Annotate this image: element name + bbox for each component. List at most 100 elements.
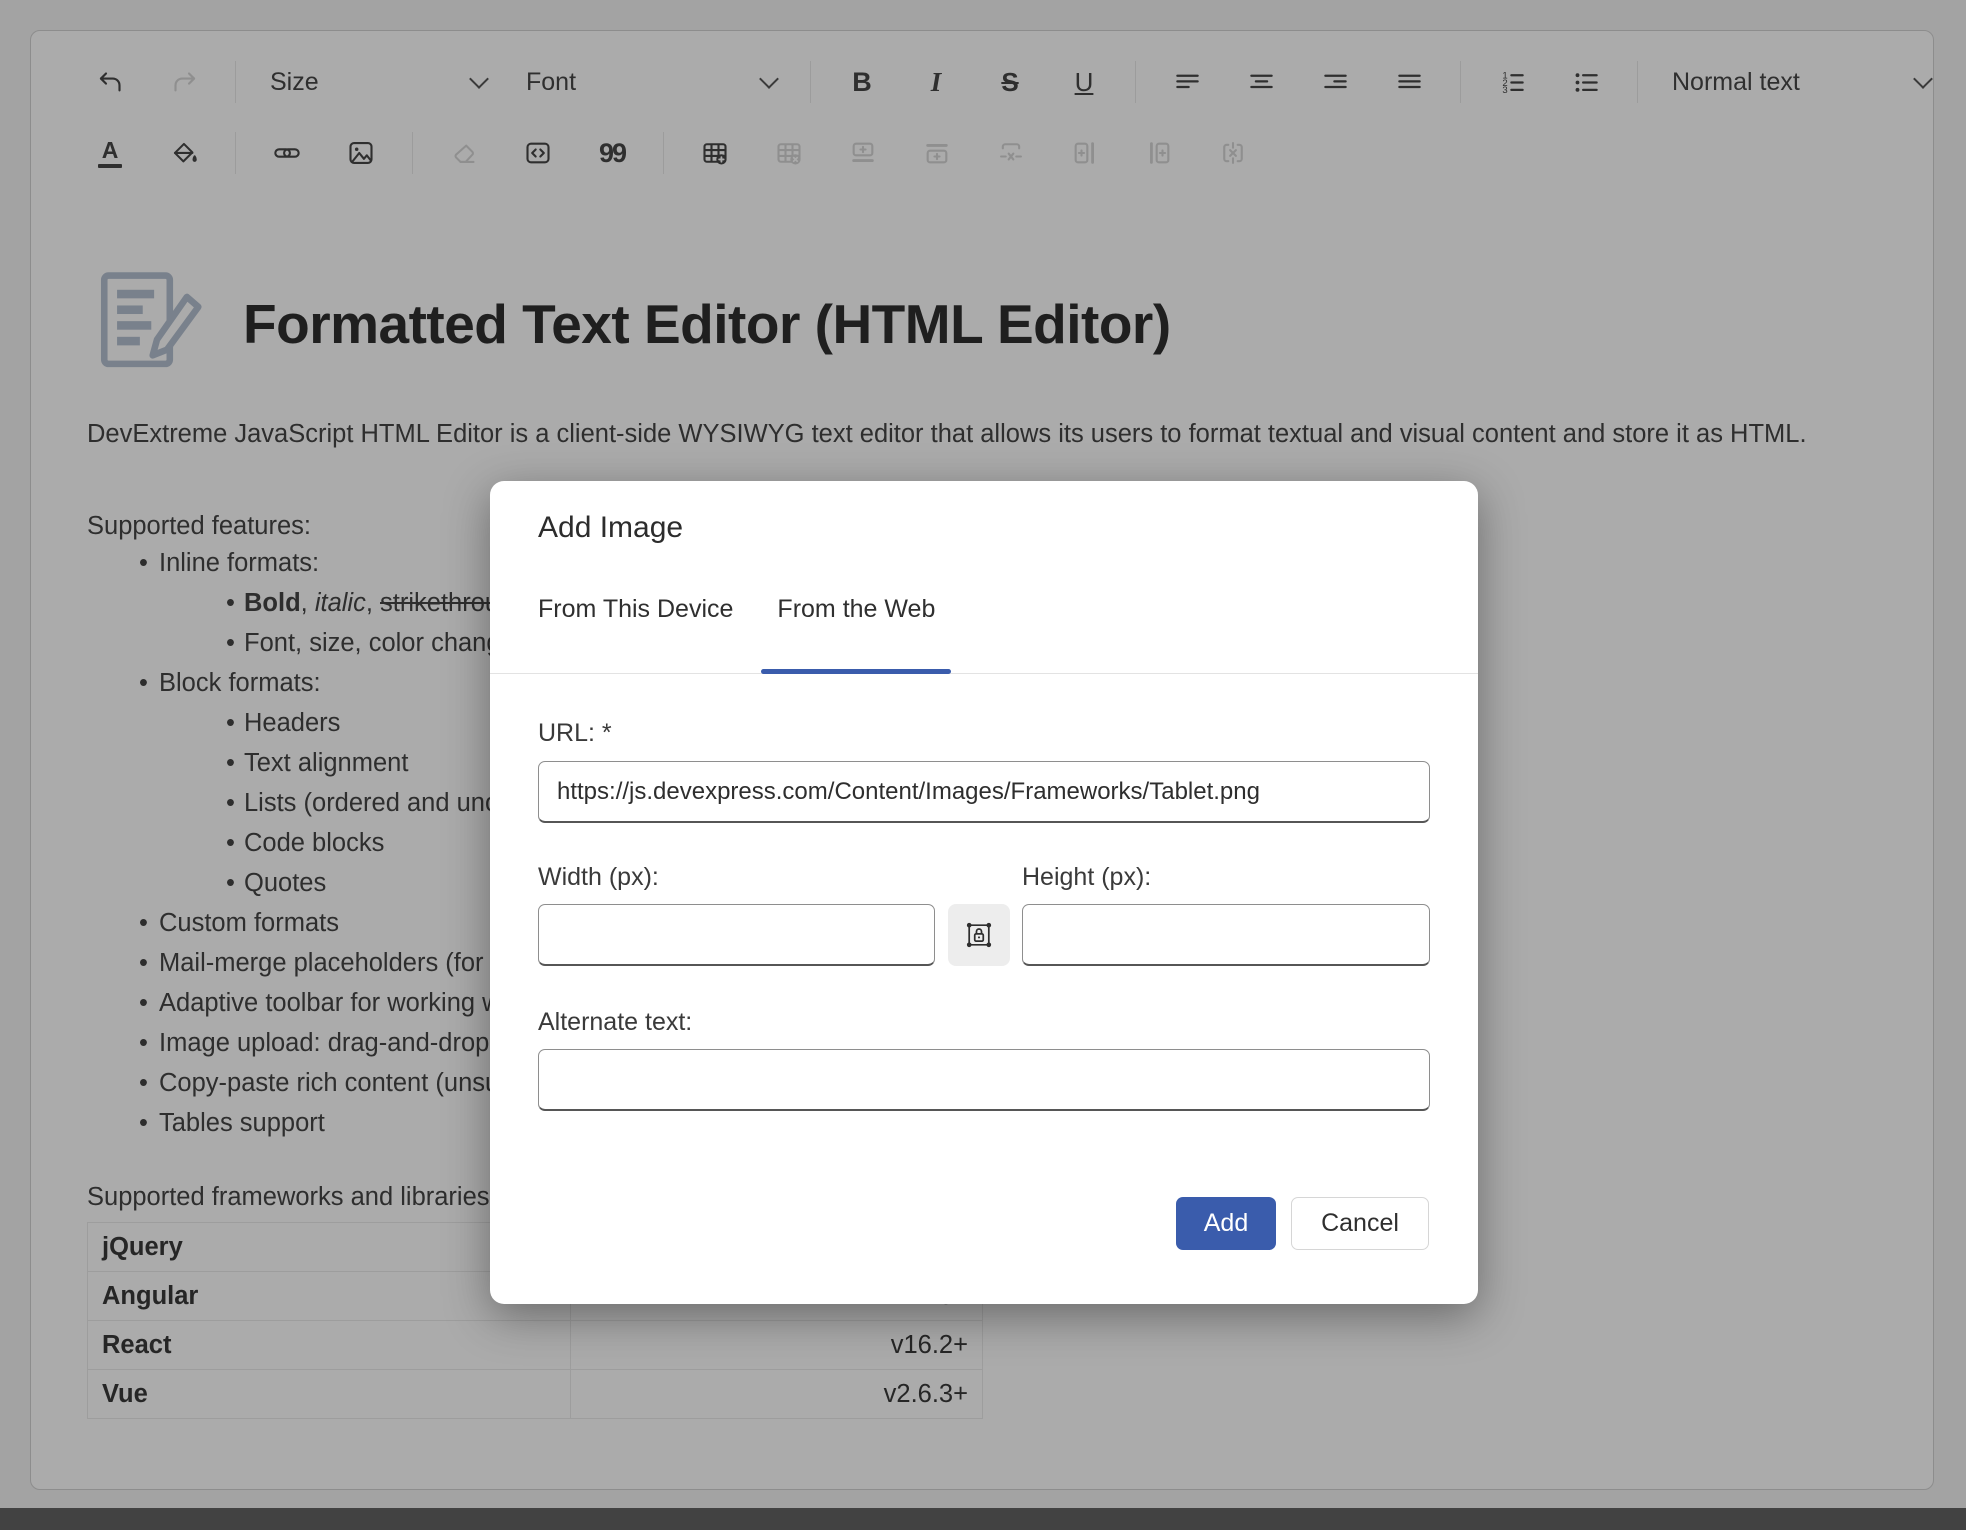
lock-aspect-ratio-button[interactable] bbox=[948, 904, 1010, 966]
size-dropdown[interactable]: Size bbox=[264, 59, 492, 105]
delete-table-icon bbox=[775, 139, 803, 167]
align-right-button[interactable] bbox=[1312, 59, 1358, 105]
insert-table-button[interactable] bbox=[692, 130, 738, 176]
insert-row-below-icon bbox=[923, 139, 951, 167]
alternate-text-label: Alternate text: bbox=[538, 1008, 692, 1037]
bold-icon: B bbox=[852, 67, 872, 98]
tab-from-this-device[interactable]: From This Device bbox=[538, 585, 733, 673]
ordered-list-button[interactable]: 123 bbox=[1489, 59, 1535, 105]
toolbar-row-1: Size Font B I S U bbox=[31, 47, 1933, 117]
eraser-icon bbox=[451, 140, 478, 167]
framework-name: Vue bbox=[88, 1370, 571, 1419]
delete-column-icon bbox=[1219, 139, 1247, 167]
framework-row: Vuev2.6.3+ bbox=[88, 1370, 983, 1419]
bold-button[interactable]: B bbox=[839, 59, 885, 105]
strikethrough-icon: S bbox=[1001, 67, 1018, 98]
bullet-list-button[interactable] bbox=[1563, 59, 1609, 105]
toolbar-separator bbox=[412, 132, 413, 174]
alternate-text-input[interactable] bbox=[538, 1049, 1430, 1111]
align-center-button[interactable] bbox=[1238, 59, 1284, 105]
strikethrough-button[interactable]: S bbox=[987, 59, 1033, 105]
italic-icon: I bbox=[931, 67, 942, 98]
url-input[interactable] bbox=[538, 761, 1430, 823]
url-label: URL: * bbox=[538, 719, 612, 748]
redo-icon bbox=[171, 69, 198, 96]
clear-formatting-button[interactable] bbox=[441, 130, 487, 176]
cancel-button[interactable]: Cancel bbox=[1291, 1197, 1429, 1250]
link-button[interactable] bbox=[264, 130, 310, 176]
bullet-list-icon bbox=[1573, 69, 1600, 96]
document-edit-icon bbox=[87, 267, 207, 381]
toolbar-separator bbox=[1135, 61, 1136, 103]
dialog-tabs: From This Device From the Web bbox=[490, 585, 1478, 674]
blockquote-button[interactable]: 99 bbox=[589, 130, 635, 176]
align-left-icon bbox=[1174, 69, 1201, 96]
format-dropdown-label: Normal text bbox=[1672, 68, 1800, 97]
quote-icon: 99 bbox=[599, 138, 625, 169]
align-justify-icon bbox=[1396, 69, 1423, 96]
active-tab-underline bbox=[761, 669, 951, 674]
insert-row-above-button[interactable] bbox=[840, 130, 886, 176]
toolbar-separator bbox=[235, 132, 236, 174]
tab-label: From This Device bbox=[538, 595, 733, 624]
height-label: Height (px): bbox=[1022, 863, 1151, 892]
size-dropdown-label: Size bbox=[270, 68, 319, 97]
tab-label: From the Web bbox=[777, 595, 935, 624]
underline-button[interactable]: U bbox=[1061, 59, 1107, 105]
image-icon bbox=[347, 139, 375, 167]
font-color-icon: A bbox=[98, 139, 122, 168]
toolbar-separator bbox=[663, 132, 664, 174]
font-color-button[interactable]: A bbox=[87, 130, 133, 176]
page: Size Font B I S U bbox=[0, 0, 1966, 1530]
font-dropdown[interactable]: Font bbox=[520, 59, 782, 105]
insert-row-below-button[interactable] bbox=[914, 130, 960, 176]
add-image-dialog: Add Image From This Device From the Web U… bbox=[490, 481, 1478, 1304]
delete-row-icon bbox=[997, 139, 1025, 167]
chevron-down-icon bbox=[1913, 69, 1933, 89]
delete-column-button[interactable] bbox=[1210, 130, 1256, 176]
delete-table-button[interactable] bbox=[766, 130, 812, 176]
delete-row-button[interactable] bbox=[988, 130, 1034, 176]
lock-aspect-ratio-icon bbox=[964, 920, 994, 950]
framework-name: React bbox=[88, 1321, 571, 1370]
svg-text:3: 3 bbox=[1502, 85, 1507, 96]
link-icon bbox=[273, 139, 301, 167]
italic-button[interactable]: I bbox=[913, 59, 959, 105]
align-right-icon bbox=[1322, 69, 1349, 96]
underline-icon: U bbox=[1075, 67, 1094, 98]
align-left-button[interactable] bbox=[1164, 59, 1210, 105]
font-dropdown-label: Font bbox=[526, 68, 576, 97]
chevron-down-icon bbox=[759, 69, 779, 89]
format-dropdown[interactable]: Normal text bbox=[1666, 59, 1934, 105]
image-button[interactable] bbox=[338, 130, 384, 176]
ordered-list-icon: 123 bbox=[1499, 69, 1526, 96]
toolbar-separator bbox=[235, 61, 236, 103]
insert-column-right-icon bbox=[1145, 139, 1173, 167]
insert-column-left-icon bbox=[1071, 139, 1099, 167]
redo-button[interactable] bbox=[161, 59, 207, 105]
undo-icon bbox=[97, 69, 124, 96]
toolbar-separator bbox=[1637, 61, 1638, 103]
insert-row-above-icon bbox=[849, 139, 877, 167]
insert-column-right-button[interactable] bbox=[1136, 130, 1182, 176]
tab-from-the-web[interactable]: From the Web bbox=[777, 585, 935, 673]
chevron-down-icon bbox=[469, 69, 489, 89]
bottom-strip bbox=[0, 1508, 1966, 1530]
add-button[interactable]: Add bbox=[1176, 1197, 1276, 1250]
insert-column-left-button[interactable] bbox=[1062, 130, 1108, 176]
background-color-button[interactable] bbox=[161, 130, 207, 176]
framework-row: Reactv16.2+ bbox=[88, 1321, 983, 1370]
toolbar-row-2: A 99 bbox=[31, 117, 1933, 189]
framework-version: v16.2+ bbox=[571, 1321, 983, 1370]
code-block-button[interactable] bbox=[515, 130, 561, 176]
align-justify-button[interactable] bbox=[1386, 59, 1432, 105]
width-input[interactable] bbox=[538, 904, 935, 966]
height-input[interactable] bbox=[1022, 904, 1430, 966]
toolbar-separator bbox=[810, 61, 811, 103]
page-title: Formatted Text Editor (HTML Editor) bbox=[243, 292, 1171, 356]
align-center-icon bbox=[1248, 69, 1275, 96]
intro-paragraph: DevExtreme JavaScript HTML Editor is a c… bbox=[87, 415, 1877, 454]
undo-button[interactable] bbox=[87, 59, 133, 105]
width-label: Width (px): bbox=[538, 863, 659, 892]
dialog-title: Add Image bbox=[538, 511, 683, 545]
